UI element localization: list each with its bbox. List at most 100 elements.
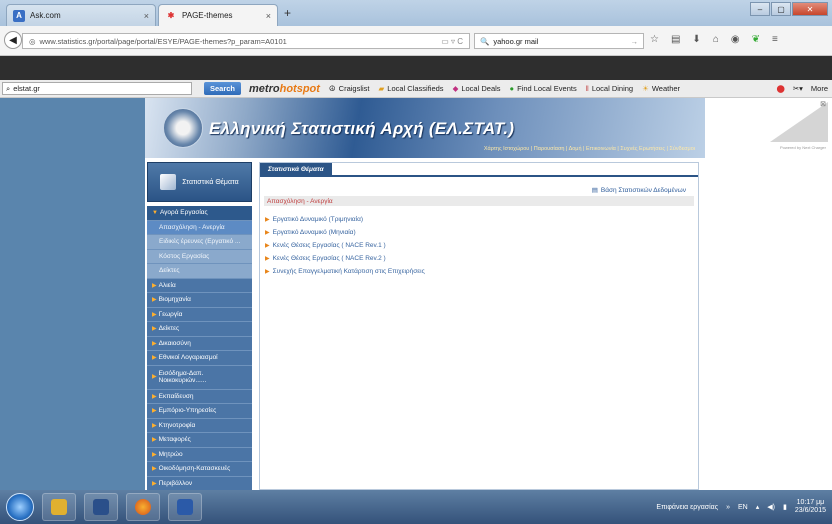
sidebar-item[interactable]: ▶ Εκπαίδευση (147, 389, 252, 404)
book-icon (160, 174, 177, 190)
close-window-icon[interactable]: ✕ (792, 2, 828, 16)
sidebar-subitem[interactable]: Απασχόληση - Ανεργία (147, 220, 252, 235)
tray-expand-icon[interactable]: ▴ (756, 503, 760, 511)
tab-ask[interactable]: A Ask.com × (6, 4, 156, 26)
sidebar-subitem[interactable]: Δείκτες (147, 264, 252, 279)
elstat-logo[interactable] (163, 108, 203, 148)
language-indicator[interactable]: EN (738, 504, 748, 511)
sidebar-item[interactable]: ▶ Αλιεία (147, 278, 252, 293)
header-links[interactable]: Χάρτης Ιστοχώρου | Παρουσίαση | Δομή | Ε… (484, 146, 695, 152)
sidebar-item[interactable]: ▶ Γεωργία (147, 307, 252, 322)
bookmark-star-icon[interactable]: ☆ (650, 34, 659, 45)
logo-hotspot: hotspot (279, 82, 320, 95)
sidebar-item-label: Μεταφορές (158, 436, 191, 444)
content-links: ▶ Εργατικό Δυναμικό (Τριμηνιαία) ▶ Εργατικ… (265, 213, 425, 278)
pocket-icon[interactable]: ◉ (731, 34, 740, 45)
start-button[interactable] (6, 493, 34, 521)
toolbar-link-weather[interactable]: ☀ Weather (642, 84, 680, 93)
sidebar-subitem[interactable]: Κόστος Εργασίας (147, 249, 252, 264)
toolbar-link-dining[interactable]: ‖ Local Dining (586, 84, 633, 93)
content-link[interactable]: ▶ Εργατικό Δυναμικό (Μηνιαία) (265, 226, 425, 239)
toolbar-link-events[interactable]: ● Find Local Events (510, 84, 577, 93)
sidebar-item-label: Οικοδόμηση-Κατασκευές (158, 465, 231, 473)
content-link[interactable]: ▶ Εργατικό Δυναμικό (Τριμηνιαία) (265, 213, 425, 226)
sidebar-item-label: Αλιεία (158, 281, 176, 289)
minimize-icon[interactable]: – (750, 2, 770, 16)
toolbar-link-classifieds[interactable]: ▰ Local Classifieds (379, 84, 444, 93)
sidebar-item-labour-market[interactable]: ▼ Αγορά Εργασίας (147, 206, 252, 221)
url-bar-tools[interactable]: ▭ ▿ C (441, 37, 463, 46)
metrohotspot-toolbar: ⌕ elstat.gr Search metrohotspot ☮ Craigsl… (0, 80, 832, 98)
toolbar-link-label: Find Local Events (517, 84, 577, 93)
arrow-icon: ▶ (152, 480, 157, 487)
menu-icon[interactable]: ≡ (772, 34, 778, 45)
content-link[interactable]: ▶ Συνεχής Επαγγελματική Κατάρτιση στις Επ… (265, 265, 425, 278)
sidebar-item[interactable]: ▶ Εισόδημα-Δαπ. Νοικοκυριών...... (147, 365, 252, 390)
toolbar-search-input[interactable]: ⌕ elstat.gr (2, 82, 192, 95)
taskbar-word[interactable] (168, 493, 202, 521)
maximize-icon[interactable]: ▢ (771, 2, 791, 16)
sidebar-subitem[interactable]: Ειδικές έρευνες (Εργατικό ... (147, 235, 252, 250)
library-icon[interactable]: ▤ (671, 34, 680, 45)
close-ad-icon[interactable]: ⊠ (820, 100, 826, 108)
home-icon[interactable]: ⌂ (713, 34, 719, 45)
volume-icon[interactable]: ◀) (767, 503, 775, 511)
toolbar-link-label: Craigslist (338, 84, 370, 93)
url-bar[interactable]: ◎ www.statistics.gr/portal/page/portal/E… (22, 33, 470, 49)
sidebar-item[interactable]: ▶ Μεταφορές (147, 433, 252, 448)
toolbar-link-label: Local Classifieds (387, 84, 444, 93)
sidebar-item[interactable]: ▶ Περιβάλλον (147, 476, 252, 491)
powered-by-badge[interactable]: ⊠ Powered by Next Charger (770, 100, 828, 150)
sidebar-item[interactable]: ▶ Δικαιοσύνη (147, 336, 252, 351)
sidebar-item-label: Εμπόριο-Υπηρεσίες (158, 407, 217, 415)
site-title: Ελληνική Στατιστική Αρχή (ΕΛ.ΣΤΑΤ.) (209, 119, 515, 138)
toolbar-link-deals[interactable]: ◆ Local Deals (453, 84, 501, 93)
word-icon (177, 499, 193, 515)
sidebar-item-label: Μητρώο (158, 450, 183, 458)
sidebar-item[interactable]: ▶ Μητρώο (147, 447, 252, 462)
sidebar-item[interactable]: ▶ Βιομηχανία (147, 293, 252, 308)
metrohotspot-logo[interactable]: metrohotspot (249, 83, 320, 95)
toolbar-more[interactable]: More (811, 84, 828, 93)
nav-icons: ☆ ▤ ⬇ ⌂ ◉ ❦ ≡ (650, 34, 778, 45)
clock[interactable]: 10:17 μμ 23/6/2015 (795, 499, 826, 516)
folder-icon: ▰ (378, 84, 385, 93)
content-link[interactable]: ▶ Κενές Θέσεις Εργασίας ( NACE Rev.2 ) (265, 252, 425, 265)
close-tab-icon[interactable]: × (144, 11, 149, 21)
sidebar-title-box: Στατιστικά Θέματα (147, 162, 252, 202)
taskbar-explorer[interactable] (42, 493, 76, 521)
close-tab-icon[interactable]: × (266, 11, 271, 21)
sidebar-item[interactable]: ▶ Εμπόριο-Υπηρεσίες (147, 404, 252, 419)
sidebar-item[interactable]: ▶ Κτηνοτροφία (147, 418, 252, 433)
network-icon[interactable]: ▮ (783, 503, 787, 511)
download-icon[interactable]: ⬇ (692, 34, 700, 45)
sidebar-item[interactable]: ▶ Δείκτες (147, 322, 252, 337)
search-bar[interactable]: 🔍 yahoo.gr mail → (474, 33, 644, 49)
sidebar-item-label: Εθνικοί Λογαριασμοί (158, 354, 218, 362)
url-text: www.statistics.gr/portal/page/portal/ESY… (39, 36, 287, 46)
toolbar-link-craigslist[interactable]: ☮ Craigslist (329, 84, 370, 93)
tools-icon[interactable]: ✂▾ (793, 84, 803, 93)
tab-page-themes[interactable]: ✱ PAGE-themes × (158, 4, 278, 26)
addon-icon[interactable]: ❦ (752, 34, 760, 45)
search-go-icon[interactable]: → (631, 37, 639, 46)
toolbar-search-button[interactable]: Search (204, 82, 242, 95)
sidebar-item[interactable]: ▶ Οικοδόμηση-Κατασκευές (147, 462, 252, 477)
new-tab-icon[interactable]: + (284, 6, 291, 20)
ask-icon[interactable]: ⬤ (776, 84, 784, 93)
arrow-icon: ▶ (152, 466, 157, 473)
database-link[interactable]: ▤ Βάση Στατιστικών Δεδομένων (592, 186, 686, 195)
toolbar-search-value: elstat.gr (13, 84, 40, 93)
taskbar-firefox[interactable] (126, 493, 160, 521)
sidebar-item[interactable]: ▶ Εθνικοί Λογαριασμοί (147, 351, 252, 366)
tag-icon: ◆ (452, 84, 459, 93)
taskbar-media[interactable] (84, 493, 118, 521)
content-tab[interactable]: Στατιστικά Θέματα (260, 163, 332, 175)
chevron-right-icon[interactable]: » (726, 504, 730, 511)
page-curl-icon (770, 102, 828, 142)
powered-by-text: Powered by Next Charger (779, 145, 826, 150)
content-link[interactable]: ▶ Κενές Θέσεις Εργασίας ( NACE Rev.1 ) (265, 239, 425, 252)
back-button[interactable]: ◀ (4, 31, 22, 49)
desktop-toolbar-label[interactable]: Επιφάνεια εργασίας (656, 504, 718, 511)
arrow-icon: ▶ (265, 230, 270, 236)
